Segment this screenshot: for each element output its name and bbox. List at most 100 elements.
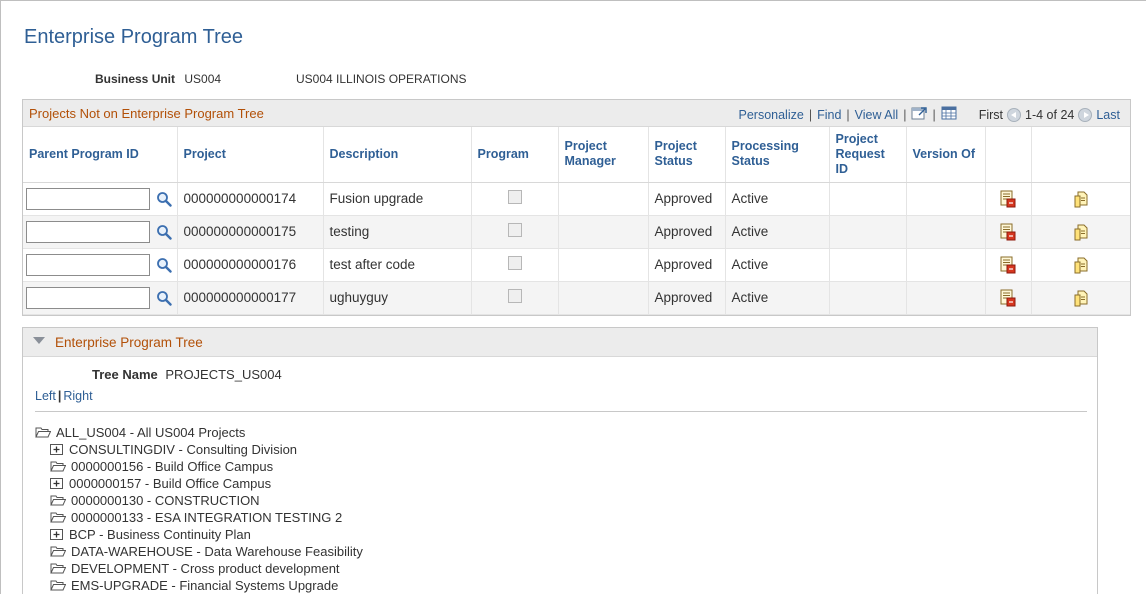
- tree-node[interactable]: CONSULTINGDIV - Consulting Division: [35, 441, 363, 458]
- project-details-icon[interactable]: [1000, 190, 1016, 208]
- tree-root-label: ALL_US004 - All US004 Projects: [56, 425, 246, 440]
- view-all-link[interactable]: View All: [855, 108, 899, 122]
- lookup-icon[interactable]: [156, 290, 172, 306]
- parent-program-id-cell: [23, 215, 178, 249]
- project-request-id-cell: [829, 215, 907, 249]
- parent-program-id-cell: [23, 248, 178, 282]
- previous-page-icon[interactable]: [1007, 107, 1022, 122]
- program-checkbox[interactable]: [507, 223, 522, 237]
- new-window-icon[interactable]: [911, 106, 928, 123]
- parent-program-id-input[interactable]: [26, 220, 150, 243]
- copy-project-icon[interactable]: [1073, 190, 1089, 208]
- grid-title: Projects Not on Enterprise Program Tree: [29, 106, 264, 121]
- project-details-icon[interactable]: [1000, 289, 1016, 307]
- project-status-cell: Approved: [648, 215, 726, 249]
- parent-program-id-input[interactable]: [26, 286, 150, 309]
- col-action-1: [985, 127, 1032, 183]
- last-link[interactable]: Last: [1096, 108, 1120, 122]
- action-cell-2: [1031, 248, 1130, 282]
- tree-list: ALL_US004 - All US004 Projects CONSULTIN…: [35, 424, 363, 594]
- folder-open-icon: [50, 579, 71, 592]
- action-cell-2: [1031, 281, 1130, 315]
- project-details-icon[interactable]: [1000, 256, 1016, 274]
- nav-separator: |: [932, 107, 936, 122]
- col-processing-status[interactable]: Processing Status: [725, 127, 830, 183]
- program-checkbox[interactable]: [507, 289, 522, 303]
- folder-open-icon: [50, 460, 71, 473]
- parent-program-id-cell: [23, 182, 178, 216]
- processing-status-cell: Active: [725, 182, 830, 216]
- projects-grid: Projects Not on Enterprise Program Tree …: [22, 99, 1131, 316]
- next-page-icon[interactable]: [1078, 107, 1093, 122]
- project-status-cell: Approved: [648, 248, 726, 282]
- lookup-icon[interactable]: [156, 224, 172, 240]
- business-unit-row: Business Unit US004 US004 ILLINOIS OPERA…: [95, 72, 467, 86]
- tree-node[interactable]: 0000000156 - Build Office Campus: [35, 458, 363, 475]
- folder-open-icon: [50, 562, 71, 575]
- col-description[interactable]: Description: [323, 127, 472, 183]
- project-id-cell: 000000000000175: [177, 215, 324, 249]
- action-cell-2: [1031, 215, 1130, 249]
- copy-project-icon[interactable]: [1073, 256, 1089, 274]
- right-link[interactable]: Right: [63, 389, 92, 403]
- tree-node[interactable]: 0000000130 - CONSTRUCTION: [35, 492, 363, 509]
- nav-separator: |: [846, 107, 850, 122]
- project-manager-cell: [558, 215, 649, 249]
- program-cell: [471, 248, 559, 282]
- personalize-link[interactable]: Personalize: [739, 108, 804, 122]
- tree-node-label: DEVELOPMENT - Cross product development: [71, 561, 340, 576]
- project-manager-cell: [558, 182, 649, 216]
- tree-node-label: 0000000130 - CONSTRUCTION: [71, 493, 260, 508]
- expand-plus-icon[interactable]: [50, 528, 69, 541]
- copy-project-icon[interactable]: [1073, 289, 1089, 307]
- row-range: 1-4 of 24: [1025, 107, 1075, 122]
- project-details-icon[interactable]: [1000, 223, 1016, 241]
- tree-name-value: PROJECTS_US004: [165, 367, 282, 382]
- tree-node-label: 0000000133 - ESA INTEGRATION TESTING 2: [71, 510, 343, 525]
- tree-node-label: BCP - Business Continuity Plan: [69, 527, 251, 542]
- find-link[interactable]: Find: [817, 108, 841, 122]
- expand-plus-icon[interactable]: [50, 443, 69, 456]
- tree-node[interactable]: DATA-WAREHOUSE - Data Warehouse Feasibil…: [35, 543, 363, 560]
- col-project-request-id[interactable]: Project Request ID: [829, 127, 907, 183]
- copy-project-icon[interactable]: [1073, 223, 1089, 241]
- tree-node[interactable]: 0000000133 - ESA INTEGRATION TESTING 2: [35, 509, 363, 526]
- lookup-icon[interactable]: [156, 191, 172, 207]
- table-row: 000000000000174 Fusion upgrade Approved …: [23, 182, 1130, 216]
- table-row: 000000000000176 test after code Approved…: [23, 248, 1130, 282]
- tree-node[interactable]: BCP - Business Continuity Plan: [35, 526, 363, 543]
- col-version-of[interactable]: Version Of: [906, 127, 986, 183]
- program-checkbox[interactable]: [507, 256, 522, 270]
- col-project-manager[interactable]: Project Manager: [558, 127, 649, 183]
- tree-node[interactable]: 0000000157 - Build Office Campus: [35, 475, 363, 492]
- col-project[interactable]: Project: [177, 127, 324, 183]
- table-header-row: Parent Program ID Project Description Pr…: [23, 127, 1130, 183]
- parent-program-id-input[interactable]: [26, 253, 150, 276]
- expand-plus-icon[interactable]: [50, 477, 69, 490]
- tree-section-header[interactable]: Enterprise Program Tree: [23, 327, 1097, 357]
- nav-separator: |: [808, 107, 813, 122]
- download-spreadsheet-icon[interactable]: [941, 106, 957, 123]
- collapse-triangle-icon[interactable]: [33, 337, 45, 344]
- tree-root-node[interactable]: ALL_US004 - All US004 Projects: [35, 424, 363, 441]
- table-row: 000000000000175 testing Approved Active: [23, 215, 1130, 249]
- folder-open-icon: [50, 494, 71, 507]
- program-cell: [471, 281, 559, 315]
- tree-section-title: Enterprise Program Tree: [55, 335, 203, 350]
- program-checkbox[interactable]: [507, 190, 522, 204]
- processing-status-cell: Active: [725, 248, 830, 282]
- col-project-status[interactable]: Project Status: [648, 127, 726, 183]
- first-label: First: [978, 107, 1004, 122]
- col-program[interactable]: Program: [471, 127, 559, 183]
- tree-node[interactable]: EMS-UPGRADE - Financial Systems Upgrade: [35, 577, 363, 594]
- left-link[interactable]: Left: [35, 389, 56, 403]
- lookup-icon[interactable]: [156, 257, 172, 273]
- col-parent-program-id[interactable]: Parent Program ID: [23, 127, 178, 183]
- tree-node[interactable]: DEVELOPMENT - Cross product development: [35, 560, 363, 577]
- left-right-nav: Left | Right: [35, 389, 93, 403]
- parent-program-id-input[interactable]: [26, 187, 150, 210]
- program-cell: [471, 215, 559, 249]
- page-border-top: [0, 0, 1146, 1]
- tree-name-label: Tree Name: [92, 367, 158, 382]
- table-row: 000000000000177 ughuyguy Approved Active: [23, 281, 1130, 315]
